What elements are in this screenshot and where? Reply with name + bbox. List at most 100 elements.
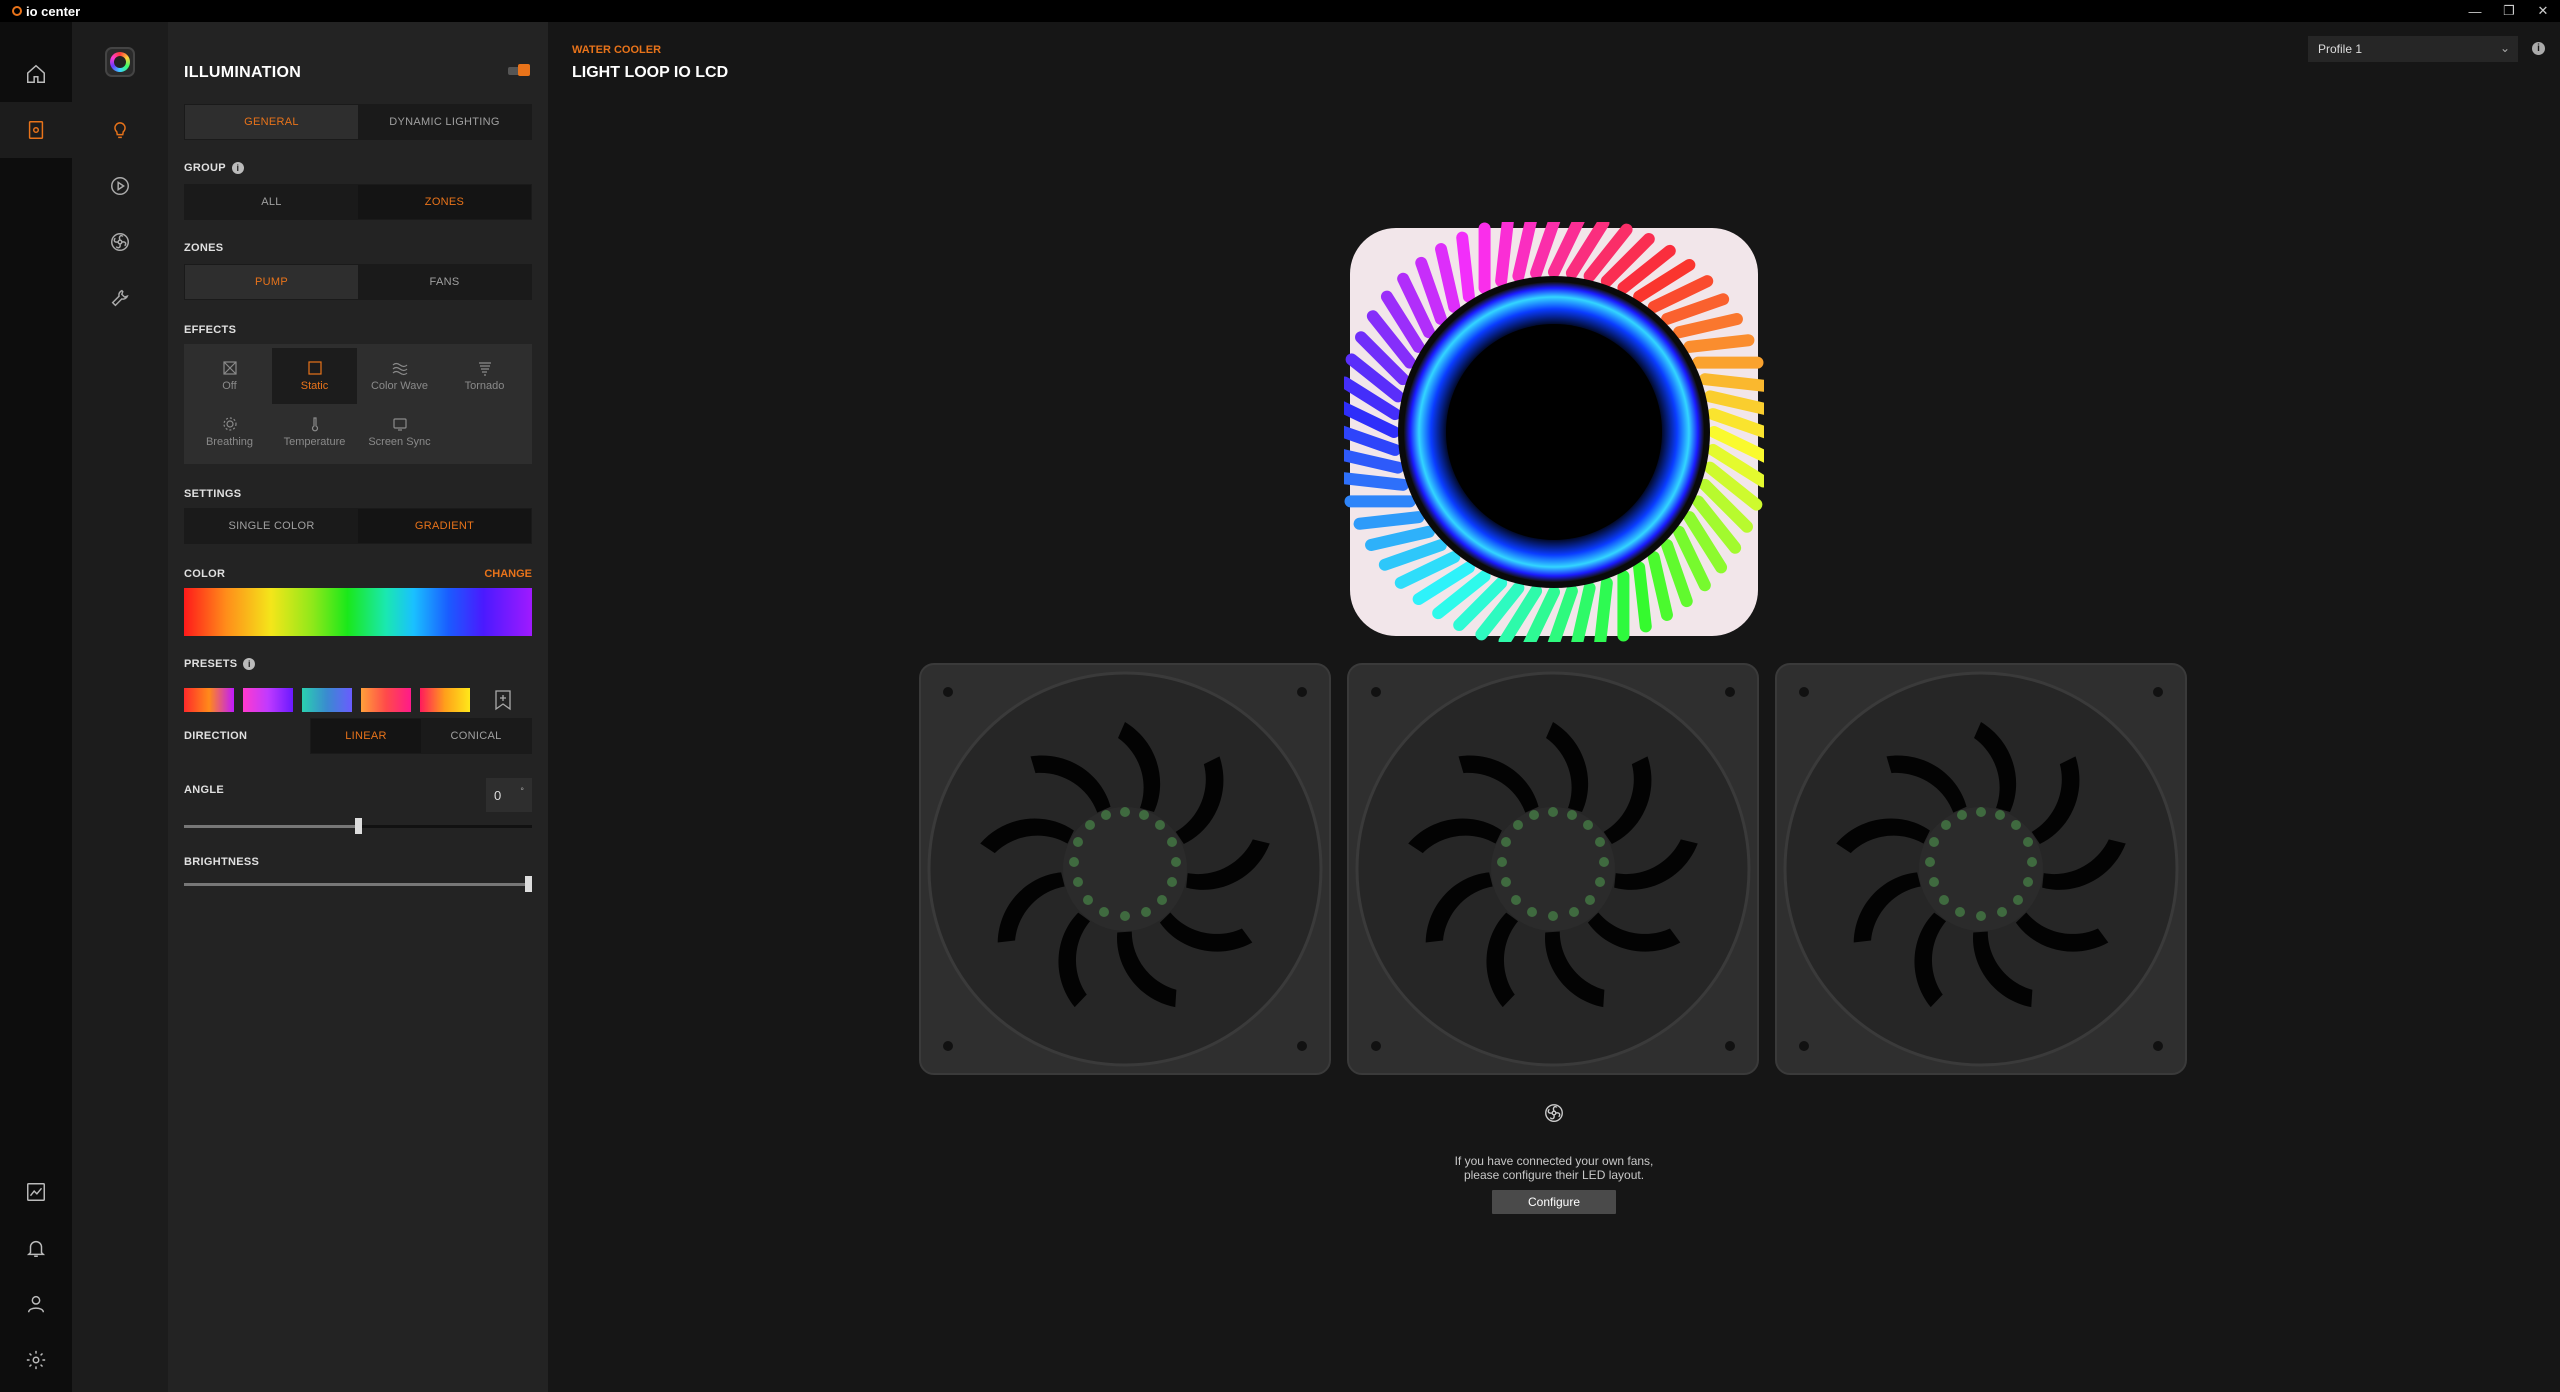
brightness-label: BRIGHTNESS bbox=[184, 856, 260, 868]
thermometer-icon bbox=[311, 417, 318, 432]
device-sub-nav bbox=[72, 22, 168, 1392]
group-label: GROUP i bbox=[184, 162, 532, 174]
static-icon bbox=[307, 361, 322, 375]
info-icon[interactable]: i bbox=[231, 162, 244, 174]
nav-account[interactable] bbox=[0, 1276, 72, 1332]
effect-breathing[interactable]: Breathing bbox=[187, 404, 272, 460]
restore-button[interactable]: ❐ bbox=[2492, 0, 2526, 22]
zone-pump[interactable]: PUMP bbox=[185, 265, 358, 299]
tab-dynamic-lighting[interactable]: DYNAMIC LIGHTING bbox=[358, 105, 531, 139]
effect-static[interactable]: Static bbox=[272, 348, 357, 404]
direction-label: DIRECTION bbox=[184, 730, 248, 742]
tornado-icon bbox=[478, 362, 491, 376]
nav-home[interactable] bbox=[0, 46, 72, 102]
wrench-icon bbox=[111, 289, 129, 307]
angle-slider-thumb[interactable] bbox=[355, 818, 362, 834]
zones-label: ZONES bbox=[184, 242, 224, 254]
gradient-option[interactable]: GRADIENT bbox=[358, 509, 531, 543]
chart-icon bbox=[27, 1183, 45, 1201]
app-title: io center bbox=[26, 3, 81, 19]
group-selector: ALL ZONES bbox=[184, 184, 532, 220]
nav-devices[interactable] bbox=[0, 102, 72, 158]
group-zones[interactable]: ZONES bbox=[358, 185, 531, 219]
main-nav-rail bbox=[0, 22, 72, 1392]
lightbulb-icon bbox=[114, 122, 126, 139]
info-icon[interactable]: i bbox=[243, 658, 256, 670]
preset-swatch[interactable] bbox=[243, 688, 293, 712]
zone-fans[interactable]: FANS bbox=[358, 265, 531, 299]
device-icon bbox=[28, 121, 44, 139]
nav-settings[interactable] bbox=[0, 1332, 72, 1388]
change-color-link[interactable]: CHANGE bbox=[484, 568, 532, 580]
minimize-button[interactable]: — bbox=[2458, 0, 2492, 22]
tab-general[interactable]: GENERAL bbox=[185, 105, 358, 139]
gear-icon bbox=[26, 1350, 46, 1370]
zones-selector: PUMP FANS bbox=[184, 264, 532, 300]
cooler-logo-icon bbox=[105, 47, 135, 77]
brightness-slider-thumb[interactable] bbox=[525, 876, 532, 892]
preset-swatch[interactable] bbox=[420, 688, 470, 712]
pump-preview bbox=[1344, 222, 1764, 642]
window-controls: — ❐ ✕ bbox=[2458, 0, 2560, 22]
group-all[interactable]: ALL bbox=[185, 185, 358, 219]
nav-monitoring[interactable] bbox=[0, 1164, 72, 1220]
angle-label: ANGLE bbox=[184, 784, 224, 796]
illumination-toggle[interactable] bbox=[508, 64, 530, 76]
illumination-panel: ILLUMINATION GENERAL DYNAMIC LIGHTING GR… bbox=[168, 22, 548, 1392]
nav-notifications[interactable] bbox=[0, 1220, 72, 1276]
bell-icon bbox=[26, 1240, 46, 1257]
panel-title: ILLUMINATION bbox=[184, 64, 302, 81]
device-thumbnail[interactable] bbox=[72, 42, 168, 82]
title-bar: io center — ❐ ✕ bbox=[0, 0, 2560, 22]
direction-linear[interactable]: LINEAR bbox=[311, 719, 421, 753]
preset-list bbox=[184, 688, 532, 712]
app-brand: io center bbox=[12, 4, 80, 19]
gradient-preview[interactable] bbox=[184, 588, 532, 636]
preset-swatch[interactable] bbox=[184, 688, 234, 712]
configure-button[interactable]: Configure bbox=[1492, 1190, 1616, 1214]
breathing-icon bbox=[222, 417, 237, 431]
color-label: COLOR bbox=[184, 568, 226, 580]
fan-config-icon-row bbox=[548, 1102, 2560, 1128]
sub-nav-lcd[interactable] bbox=[72, 166, 168, 206]
chevron-down-icon: ⌄ bbox=[2499, 41, 2510, 55]
effect-off[interactable]: Off bbox=[187, 348, 272, 404]
info-icon[interactable]: i bbox=[2532, 42, 2545, 55]
effect-screen-sync[interactable]: Screen Sync bbox=[357, 404, 442, 460]
add-preset-icon[interactable] bbox=[493, 689, 513, 711]
sub-nav-illumination[interactable] bbox=[72, 110, 168, 150]
effect-tornado[interactable]: Tornado bbox=[442, 348, 527, 404]
settings-label: SETTINGS bbox=[184, 488, 242, 500]
fan-preview bbox=[918, 662, 1332, 1076]
close-button[interactable]: ✕ bbox=[2526, 0, 2560, 22]
direction-conical[interactable]: CONICAL bbox=[421, 719, 531, 753]
direction-selector: LINEAR CONICAL bbox=[310, 718, 532, 754]
fan-icon bbox=[1545, 1104, 1563, 1122]
effect-color-wave[interactable]: Color Wave bbox=[357, 348, 442, 404]
preset-swatch[interactable] bbox=[361, 688, 411, 712]
sub-nav-fans[interactable] bbox=[72, 222, 168, 262]
fan-config-hint-line2: please configure their LED layout. bbox=[1463, 1168, 1645, 1182]
effects-grid: Off Static Color Wave Tornado Breathing … bbox=[184, 344, 532, 464]
home-icon bbox=[27, 64, 45, 83]
effects-label: EFFECTS bbox=[184, 324, 237, 336]
fan-preview bbox=[1346, 662, 1760, 1076]
sub-nav-tools[interactable] bbox=[72, 278, 168, 318]
profile-select[interactable]: Profile 1 ⌄ bbox=[2308, 36, 2518, 62]
single-color-option[interactable]: SINGLE COLOR bbox=[185, 509, 358, 543]
fan-config-hint-line1: If you have connected your own fans, bbox=[1454, 1154, 1654, 1168]
screen-icon bbox=[392, 418, 407, 431]
wave-icon bbox=[392, 362, 407, 376]
fan-icon bbox=[111, 233, 129, 251]
presets-label: PRESETS i bbox=[184, 658, 532, 670]
color-mode-selector: SINGLE COLOR GRADIENT bbox=[184, 508, 532, 544]
angle-slider[interactable] bbox=[184, 818, 532, 834]
panel-tabs: GENERAL DYNAMIC LIGHTING bbox=[184, 104, 532, 140]
device-name: LIGHT LOOP IO LCD bbox=[572, 64, 729, 81]
effect-temperature[interactable]: Temperature bbox=[272, 404, 357, 460]
preset-swatch[interactable] bbox=[302, 688, 352, 712]
brightness-slider[interactable] bbox=[184, 876, 532, 892]
breadcrumb: WATER COOLER bbox=[572, 44, 662, 56]
angle-input[interactable]: 0 ° bbox=[486, 778, 532, 812]
app-logo-icon bbox=[12, 6, 22, 16]
